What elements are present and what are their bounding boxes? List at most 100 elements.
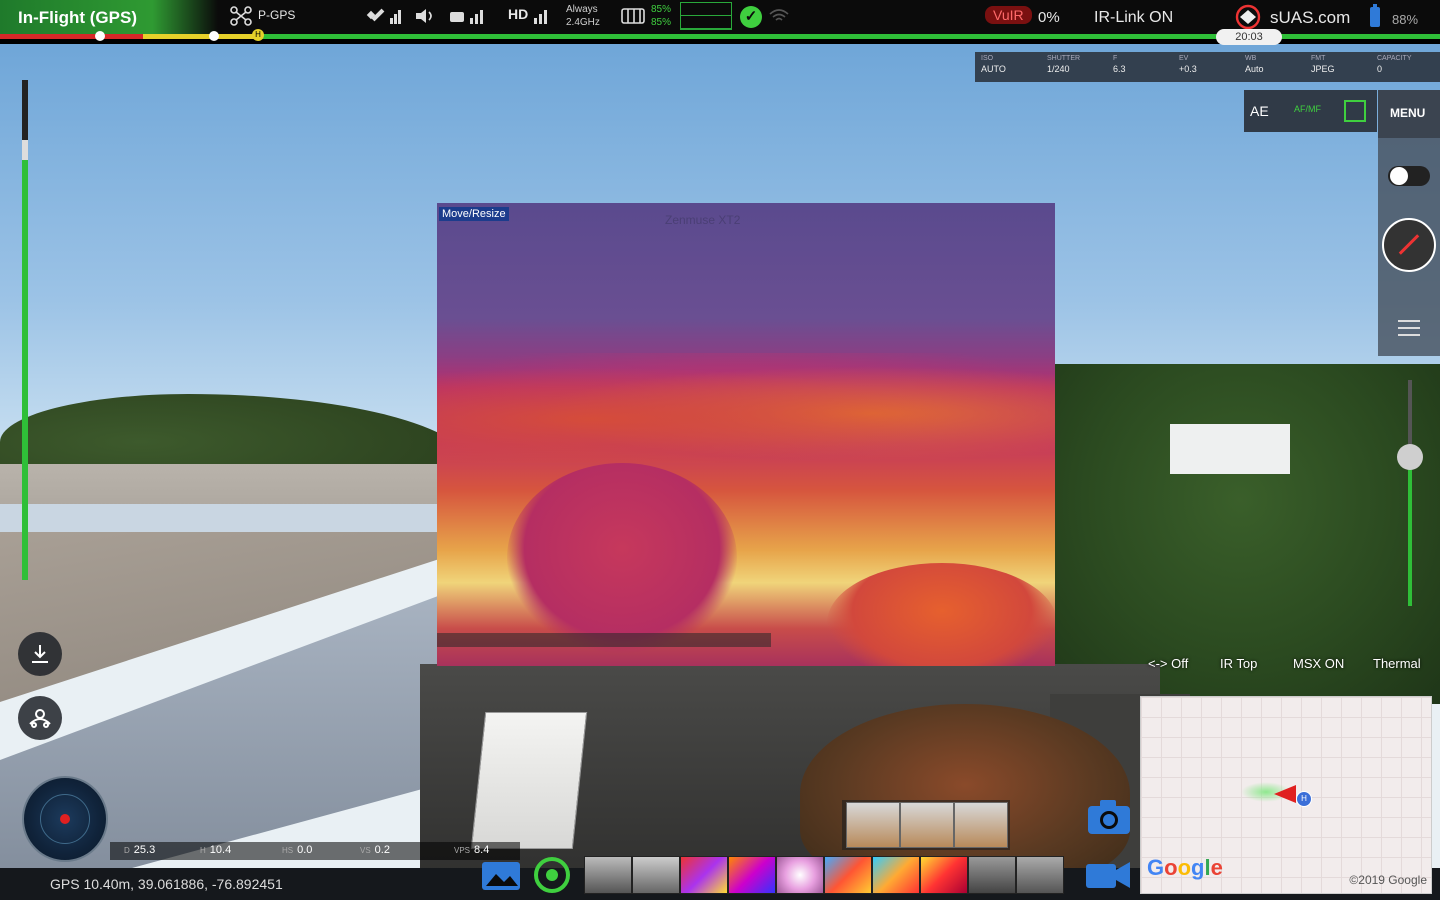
thermal-pip-window[interactable]: Move/Resize Zenmuse XT2: [437, 203, 1055, 666]
return-home-icon[interactable]: [18, 696, 62, 740]
shutter-disabled-icon: [1398, 234, 1420, 255]
capture-thumbnail[interactable]: [900, 802, 954, 848]
gps-readout: GPS 10.40m, 39.061886, -76.892451: [50, 876, 283, 892]
palette-thumbnail[interactable]: [872, 856, 920, 894]
camera-param-value: Auto: [1245, 64, 1264, 74]
camera-param-key: ISO: [981, 55, 994, 62]
palette-thumbnail[interactable]: [968, 856, 1016, 894]
signal-icon: [532, 6, 552, 29]
palette-thumbnail[interactable]: [1016, 856, 1064, 894]
camera-param[interactable]: WB Auto: [1245, 55, 1305, 74]
camera-param[interactable]: EV +0.3: [1179, 55, 1239, 74]
flight-state-label: In-Flight (GPS): [18, 8, 137, 27]
ae-lock-button[interactable]: AE: [1250, 103, 1269, 119]
thermal-tree: [507, 463, 737, 653]
toggle-knob: [1390, 167, 1408, 185]
download-icon[interactable]: [18, 632, 62, 676]
radar-compass[interactable]: [22, 776, 108, 862]
home-return-marker: H: [252, 29, 264, 41]
home-point-icon: H: [1296, 791, 1312, 807]
telemetry-value: 0.0: [297, 844, 313, 856]
telemetry-item: HS 0.0: [282, 844, 312, 856]
gimbal-slider-fill: [1408, 456, 1412, 606]
remote-signal-icon: [448, 6, 488, 29]
ir-link-status[interactable]: IR-Link ON: [1094, 9, 1173, 27]
palette-button[interactable]: Thermal: [1373, 656, 1421, 671]
house: [1170, 424, 1290, 474]
palette-thumbnail[interactable]: [584, 856, 632, 894]
pip-camera-label: Zenmuse XT2: [665, 213, 741, 227]
map-copyright: ©2019 Google: [1349, 873, 1427, 887]
frequency-mode: Always: [566, 4, 598, 15]
map-logo: Google: [1147, 855, 1223, 880]
focus-frame-icon[interactable]: [1344, 100, 1366, 122]
msx-button[interactable]: MSX ON: [1293, 656, 1344, 671]
treeline-right: [1040, 364, 1440, 704]
pip-toggle-button[interactable]: <-> Off: [1148, 656, 1188, 671]
battery-critical-marker: [95, 31, 105, 41]
camera-params-bar[interactable]: ISO AUTO SHUTTER 1/240 F 6.3 EV +0.3 WB Auto FMT JP…: [975, 52, 1440, 82]
building-wall: [0, 504, 460, 532]
gimbal-slider-handle[interactable]: [1397, 444, 1423, 470]
check-icon: ✓: [740, 6, 762, 28]
flight-mode: P-GPS: [258, 8, 296, 22]
flight-state[interactable]: In-Flight (GPS): [0, 0, 218, 36]
camera-param-value: AUTO: [981, 64, 1006, 74]
gallery-icon[interactable]: [480, 856, 520, 894]
telemetry-item: VS 0.2: [360, 844, 390, 856]
vuir-badge[interactable]: VuIR: [985, 6, 1032, 24]
palette-thumbnail[interactable]: [920, 856, 968, 894]
palette-thumbnail[interactable]: [776, 856, 824, 894]
capture-panel: [1378, 138, 1440, 356]
telemetry-item: D 25.3: [124, 844, 155, 856]
palette-thumbnails: [584, 856, 1072, 894]
frequency-band: 2.4GHz: [566, 17, 600, 28]
device-battery-pct: 88%: [1392, 12, 1419, 27]
capture-thumbnail[interactable]: [846, 802, 900, 848]
move-resize-handle[interactable]: Move/Resize: [439, 207, 509, 221]
satellite-icon: [366, 6, 402, 29]
telemetry-item: H 10.4: [200, 844, 231, 856]
brand-name: sUAS.com: [1270, 8, 1351, 27]
camera-param[interactable]: FMT JPEG: [1311, 55, 1371, 74]
camera-param-key: F: [1113, 55, 1118, 62]
camera-param[interactable]: ISO AUTO: [981, 55, 1041, 74]
camera-param-key: SHUTTER: [1047, 55, 1081, 62]
camera-settings-icon[interactable]: [1398, 320, 1420, 340]
camera-param-value: +0.3: [1179, 64, 1197, 74]
photo-video-toggle[interactable]: [1388, 166, 1430, 186]
telemetry-key: HS: [282, 846, 294, 855]
telemetry-key: VPS: [454, 846, 471, 855]
camera-param-key: FMT: [1311, 55, 1326, 62]
camera-param[interactable]: SHUTTER 1/240: [1047, 55, 1107, 74]
camera-icon[interactable]: [1084, 792, 1134, 836]
palette-thumbnail[interactable]: [680, 856, 728, 894]
camera-param-value: JPEG: [1311, 64, 1335, 74]
palette-thumbnail[interactable]: [728, 856, 776, 894]
capture-thumbnail[interactable]: [954, 802, 1008, 848]
battery-low-zone: [142, 34, 258, 39]
battery-cells: [680, 2, 732, 30]
aperture-icon[interactable]: [532, 856, 572, 894]
telemetry-value: 25.3: [133, 844, 156, 856]
menu-button[interactable]: MENU: [1378, 90, 1440, 138]
telemetry-key: VS: [360, 846, 371, 855]
map-inset[interactable]: H Google ©2019 Google: [1140, 696, 1432, 894]
battery-pct-b: 85%: [651, 17, 672, 28]
camera-param-key: WB: [1245, 55, 1257, 62]
ir-position-button[interactable]: IR Top: [1220, 656, 1257, 671]
drone-icon: [230, 6, 252, 29]
palette-thumbnail[interactable]: [632, 856, 680, 894]
camera-param[interactable]: F 6.3: [1113, 55, 1173, 74]
palette-thumbnail[interactable]: [824, 856, 872, 894]
vuir-percent: 0%: [1038, 9, 1060, 26]
camera-param-value: 6.3: [1113, 64, 1126, 74]
video-camera-icon[interactable]: [1084, 858, 1130, 896]
focus-mode-button[interactable]: AF/MF: [1294, 104, 1321, 114]
wifi-icon: [768, 6, 790, 29]
tx-quality: HD: [508, 6, 529, 22]
camera-param[interactable]: CAPACITY 0: [1377, 55, 1437, 74]
recent-captures: [842, 800, 1010, 850]
aircraft-heading-icon: [1274, 785, 1296, 803]
shutter-button[interactable]: [1382, 218, 1436, 272]
